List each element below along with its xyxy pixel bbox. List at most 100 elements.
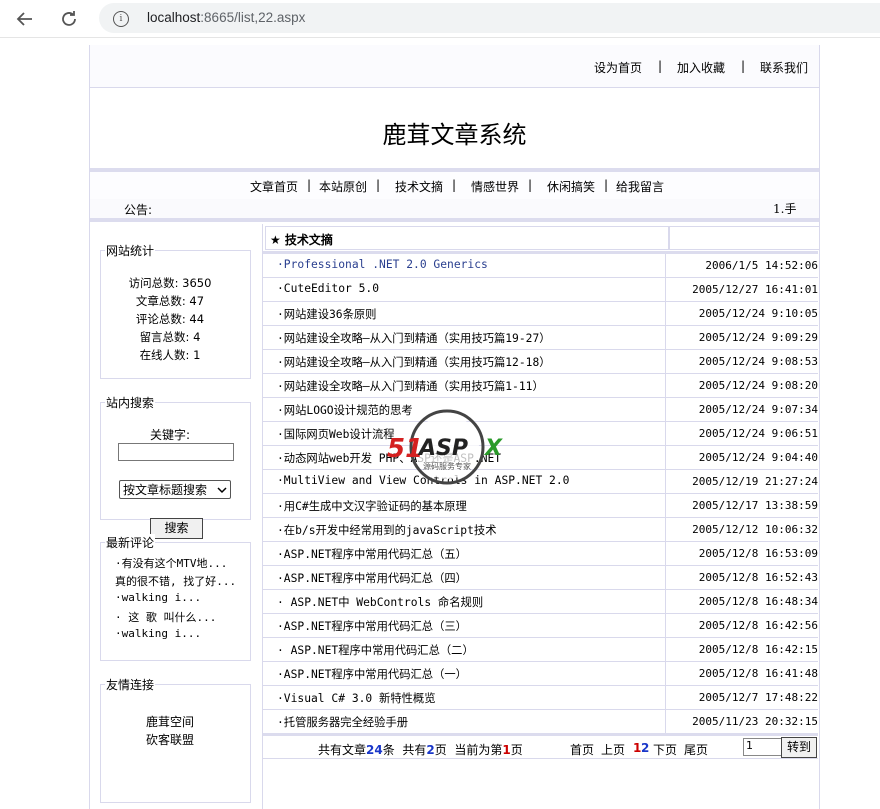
svg-text:51: 51 [387,434,423,464]
comment-item[interactable]: · 这 歌 叫什么... [115,609,216,625]
article-date: 2005/12/24 9:07:34 [698,403,818,416]
add-favorite-link[interactable]: 加入收藏 [677,59,725,76]
article-title-link[interactable]: ·托管服务器完全经验手册 [277,714,408,730]
article-title-link[interactable]: ·ASP.NET程序中常用代码汇总（三） [277,618,467,634]
prev-page-link[interactable]: 上页 [601,741,625,758]
article-title-link[interactable]: ·Visual C# 3.0 新特性概览 [277,690,436,706]
divider [665,446,666,469]
article-date: 2005/12/8 16:42:56 [698,619,818,632]
stats-title: 网站统计 [105,242,156,259]
table-row: ·用C#生成中文汉字验证码的基本原理 2005/12/17 13:38:59 [263,494,818,518]
info-icon[interactable]: i [113,11,129,27]
friend-link[interactable]: 鹿茸空间 [90,713,250,730]
friend-link[interactable]: 砍客联盟 [90,731,250,748]
browser-toolbar: i localhost:8665/list,22.aspx [0,0,880,38]
article-title-link[interactable]: ·CuteEditor 5.0 [277,282,379,295]
pager: 共有文章24条 共有2页 当前为第1页 首页 上页 1 2 下页 尾页 1 转到 [263,733,818,759]
article-date: 2005/12/24 9:04:40 [698,451,818,464]
watermark-logo: 51 ASP X 源码服务专家 [385,405,505,485]
article-title-link[interactable]: · ASP.NET程序中常用代码汇总（二） [277,642,474,658]
nav-item-home[interactable]: 文章首页 [250,178,298,195]
stat-visits: 访问总数: 3650 [128,276,212,290]
article-title-link[interactable]: ·在b/s开发中经常用到的javaScript技术 [277,522,497,538]
comment-item[interactable]: ·有没有这个MTV地... [115,555,227,571]
keyword-label: 关键字: [149,428,191,442]
divider: | [604,178,609,192]
article-title-link[interactable]: ·ASP.NET程序中常用代码汇总（五） [277,546,467,562]
search-button[interactable]: 搜索 [150,518,203,539]
search-type-select[interactable]: 按文章标题搜索 [119,480,231,499]
search-box [100,402,251,520]
article-title-link[interactable]: ·国际网页Web设计流程 [277,426,395,442]
set-homepage-link[interactable]: 设为首页 [594,59,642,76]
back-arrow-icon[interactable] [14,8,36,30]
article-title-link[interactable]: ·网站建设全攻略—从入门到精通（实用技巧篇12-18） [277,354,551,370]
category-header: ★ 技术文摘 [265,226,669,250]
table-row: ·在b/s开发中经常用到的javaScript技术 2005/12/12 10:0… [263,518,818,542]
search-title: 站内搜索 [105,394,156,411]
article-date: 2005/11/23 20:32:15 [692,715,818,728]
article-date: 2005/12/24 9:08:53 [698,355,818,368]
nav-item-leisure[interactable]: 休闲搞笑 [547,178,595,195]
table-row: ·动态网站web开发 PHP、ASP还是ASP.NET 2005/12/24 9:… [263,446,818,470]
divider [665,302,666,325]
stat-comments: 评论总数: 44 [135,312,205,326]
divider [665,614,666,637]
article-title-link[interactable]: ·网站建设36条原则 [277,306,376,322]
article-title-link[interactable]: ·Professional .NET 2.0 Generics [277,258,488,271]
nav-item-tech[interactable]: 技术文摘 [395,178,443,195]
table-row: ·ASP.NET程序中常用代码汇总（四） 2005/12/8 16:52:43 [263,566,818,590]
nav-item-emotion[interactable]: 情感世界 [471,178,519,195]
url-host: localhost [147,10,201,25]
article-date: 2005/12/17 13:38:59 [692,499,818,512]
divider: | [452,178,457,192]
table-row: · ASP.NET中 WebControls 命名规则 2005/12/8 16:… [263,590,818,614]
table-row: ·Professional .NET 2.0 Generics 2006/1/5 … [263,254,818,278]
article-title-link[interactable]: ·网站建设全攻略—从入门到精通（实用技巧篇19-27） [277,330,551,346]
article-date: 2005/12/8 16:52:43 [698,571,818,584]
article-date: 2005/12/12 10:06:32 [692,523,818,536]
url-text[interactable]: localhost:8665/list,22.aspx [147,10,305,25]
divider [665,422,666,445]
total-count: 24 [366,743,383,757]
next-page-link[interactable]: 下页 [653,741,677,758]
divider [665,374,666,397]
goto-page-input[interactable]: 1 [743,738,783,756]
article-title-link[interactable]: ·ASP.NET程序中常用代码汇总（一） [277,666,467,682]
first-page-link[interactable]: 首页 [570,741,594,758]
article-title-link[interactable]: ·网站建设全攻略—从入门到精通（实用技巧篇1-11） [277,378,544,394]
page-2-link[interactable]: 2 [641,741,649,755]
article-title-link[interactable]: ·ASP.NET程序中常用代码汇总（四） [277,570,467,586]
links-title: 友情连接 [105,676,156,693]
address-bar[interactable]: i localhost:8665/list,22.aspx [99,3,880,33]
table-row: · ASP.NET程序中常用代码汇总（二） 2005/12/8 16:42:15 [263,638,818,662]
article-date: 2005/12/24 9:08:20 [698,379,818,392]
divider [90,218,819,222]
divider [665,590,666,613]
divider [665,686,666,709]
divider [665,566,666,589]
stat-messages: 留言总数: 4 [139,330,201,344]
keyword-input[interactable] [118,443,234,461]
divider [665,350,666,373]
table-row: ·托管服务器完全经验手册 2005/11/23 20:32:15 [263,710,818,734]
contact-us-link[interactable]: 联系我们 [760,59,808,76]
current-page: 1 [502,743,511,757]
page-count: 2 [426,743,435,757]
reload-icon[interactable] [58,8,80,30]
article-title-link[interactable]: ·用C#生成中文汉字验证码的基本原理 [277,498,467,514]
goto-button[interactable]: 转到 [781,737,817,758]
comment-item[interactable]: ·walking i... [115,627,201,640]
pager-summary: 共有文章24条 共有2页 当前为第1页 [318,741,523,758]
last-page-link[interactable]: 尾页 [684,741,708,758]
divider [665,638,666,661]
article-title-link[interactable]: · ASP.NET中 WebControls 命名规则 [277,594,483,610]
comment-item[interactable]: ·walking i... [115,591,201,604]
divider [665,542,666,565]
nav-item-original[interactable]: 本站原创 [319,178,367,195]
nav-item-guestbook[interactable]: 给我留言 [616,178,664,195]
notice-marquee[interactable]: 1.手 [773,200,796,217]
table-row: ·网站建设全攻略—从入门到精通（实用技巧篇12-18） 2005/12/24 9:… [263,350,818,374]
article-date: 2005/12/27 16:41:01 [692,283,818,296]
comment-item[interactable]: 真的很不错, 找了好... [115,573,236,589]
